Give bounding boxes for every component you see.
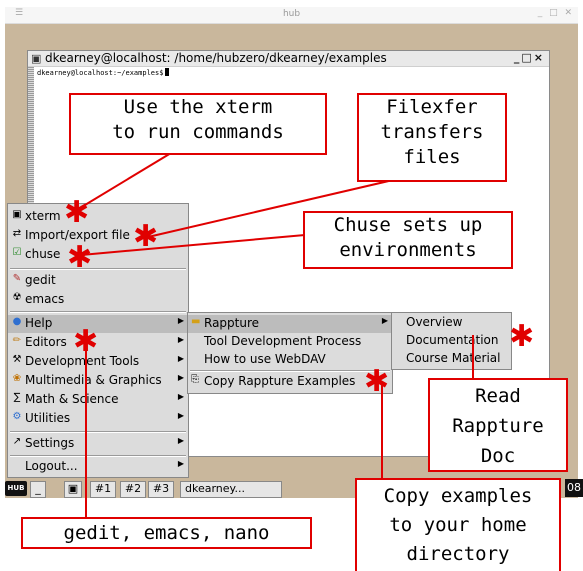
terminal-icon: ▣ xyxy=(31,52,42,65)
prompt-text: dkearney@localhost:~/examples$ xyxy=(37,69,164,77)
menu-item-gedit[interactable]: ✎ gedit xyxy=(8,272,188,290)
menu-item-overview[interactable]: Overview xyxy=(392,314,511,332)
submenu-arrow-icon: ▶ xyxy=(381,316,388,325)
callout-line: gedit, emacs, nano xyxy=(63,522,270,544)
callout-chuse: Chuse sets up environments xyxy=(303,211,513,269)
callout-line: Read xyxy=(475,385,521,407)
submenu-arrow-icon: ▶ xyxy=(177,335,184,344)
menu-item-copy-rappture-examples[interactable]: ⎘ Copy Rappture Examples xyxy=(188,373,392,391)
submenu-arrow-icon: ▶ xyxy=(177,392,184,401)
submenu-arrow-icon: ▶ xyxy=(177,459,184,468)
xterm-window-controls[interactable]: _□× xyxy=(514,51,545,64)
callout-line: to run commands xyxy=(112,121,284,143)
menu-item-xterm[interactable]: ▣ xterm xyxy=(8,208,188,226)
xterm-title: dkearney@localhost: /home/hubzero/dkearn… xyxy=(45,51,387,65)
window-controls[interactable]: _ □ ✕ xyxy=(538,8,574,18)
callout-line: Chuse sets up xyxy=(333,214,483,236)
emacs-icon: ☢ xyxy=(12,292,22,303)
math-icon: ∑ xyxy=(13,392,21,403)
help-icon: ● xyxy=(12,316,22,327)
marker-xterm: ✱ xyxy=(64,195,90,230)
callout-filexfer: Filexfer transfers files xyxy=(357,93,507,182)
marker-documentation: ✱ xyxy=(509,319,535,354)
callout-line: files xyxy=(403,146,461,168)
menu-item-logout[interactable]: Logout... ▶ xyxy=(8,458,188,476)
callout-line: Use the xterm xyxy=(123,96,273,118)
editor-icon: ✏ xyxy=(12,335,22,346)
menu-item-multimedia[interactable]: ❀ Multimedia & Graphics ▶ xyxy=(8,372,188,390)
copy-icon: ⎘ xyxy=(191,374,199,385)
marker-chuse: ✱ xyxy=(67,240,93,275)
callout-editors: gedit, emacs, nano xyxy=(21,517,312,549)
menu-separator xyxy=(190,370,390,372)
terminal-icon: ▣ xyxy=(12,209,22,220)
outer-window-titlebar: ☰ hub _ □ ✕ xyxy=(5,7,578,24)
callout-line: transfers xyxy=(380,121,484,143)
menu-item-utilities[interactable]: ⚙ Utilities ▶ xyxy=(8,410,188,428)
workspace-1[interactable]: #1 xyxy=(90,481,116,498)
menu-item-documentation[interactable]: Documentation xyxy=(392,332,511,350)
menu-item-emacs[interactable]: ☢ emacs xyxy=(8,291,188,309)
menu-item-course-material[interactable]: Course Material xyxy=(392,350,511,368)
workspace-3[interactable]: #3 xyxy=(148,481,174,498)
marker-import-export: ✱ xyxy=(133,219,159,254)
callout-line: Doc xyxy=(480,445,516,467)
hub-start-button[interactable]: HUB xyxy=(5,481,27,496)
show-desktop-button[interactable]: _ xyxy=(30,481,46,498)
settings-icon: ↗ xyxy=(12,436,22,447)
tools-icon: ⚒ xyxy=(12,354,22,365)
menu-item-tool-dev-process[interactable]: Tool Development Process xyxy=(188,333,392,351)
utilities-icon: ⚙ xyxy=(12,411,22,422)
multimedia-icon: ❀ xyxy=(12,373,22,384)
clock: 08 xyxy=(565,479,583,497)
marker-editors: ✱ xyxy=(73,324,99,359)
taskbar-task-xterm[interactable]: dkearney... xyxy=(180,481,282,498)
callout-xterm: Use the xterm to run commands xyxy=(69,93,327,155)
callout-line: environments xyxy=(339,239,477,261)
menu-separator xyxy=(10,311,186,313)
text-cursor xyxy=(165,68,170,76)
folder-icon: ▬ xyxy=(191,316,201,327)
submenu-arrow-icon: ▶ xyxy=(177,354,184,363)
menu-separator xyxy=(10,455,186,457)
callout-line: Filexfer xyxy=(386,96,478,118)
menu-item-math-science[interactable]: ∑ Math & Science ▶ xyxy=(8,391,188,409)
rappture-submenu: Overview Documentation Course Material xyxy=(391,312,512,370)
callout-line: Rappture xyxy=(452,415,544,437)
gedit-icon: ✎ xyxy=(12,273,22,284)
callout-line: directory xyxy=(406,543,510,565)
filexfer-icon: ⇄ xyxy=(12,228,22,239)
menu-item-webdav[interactable]: How to use WebDAV xyxy=(188,351,392,369)
outer-window-title: hub xyxy=(282,9,301,19)
callout-line: Copy examples xyxy=(383,485,533,507)
checkbox-icon: ☑ xyxy=(12,247,22,258)
terminal-prompt[interactable]: dkearney@localhost:~/examples$ xyxy=(37,68,170,77)
callout-copy-examples: Copy examples to your home directory xyxy=(355,478,561,571)
submenu-arrow-icon: ▶ xyxy=(177,373,184,382)
callout-line: to your home xyxy=(389,514,527,536)
menu-item-rappture[interactable]: ▬ Rappture ▶ xyxy=(188,315,392,333)
xterm-titlebar[interactable]: ▣ dkearney@localhost: /home/hubzero/dkea… xyxy=(28,51,549,67)
marker-copy-examples: ✱ xyxy=(364,364,390,399)
submenu-arrow-icon: ▶ xyxy=(177,436,184,445)
menu-item-chuse[interactable]: ☑ chuse xyxy=(8,246,188,264)
menu-item-settings[interactable]: ↗ Settings ▶ xyxy=(8,435,188,453)
submenu-arrow-icon: ▶ xyxy=(177,316,184,325)
workspace-2[interactable]: #2 xyxy=(120,481,146,498)
submenu-arrow-icon: ▶ xyxy=(177,411,184,420)
menu-separator xyxy=(10,268,186,270)
menu-item-import-export[interactable]: ⇄ Import/export file xyxy=(8,227,188,245)
callout-read-doc: Read Rappture Doc xyxy=(428,378,568,472)
help-submenu: ▬ Rappture ▶ Tool Development Process How … xyxy=(187,312,393,394)
terminal-launch-icon[interactable]: ▣ xyxy=(64,481,82,498)
menu-separator xyxy=(10,431,186,433)
menu-item-help[interactable]: ● Help ▶ xyxy=(8,315,188,333)
menu-item-development-tools[interactable]: ⚒ Development Tools ▶ xyxy=(8,353,188,371)
